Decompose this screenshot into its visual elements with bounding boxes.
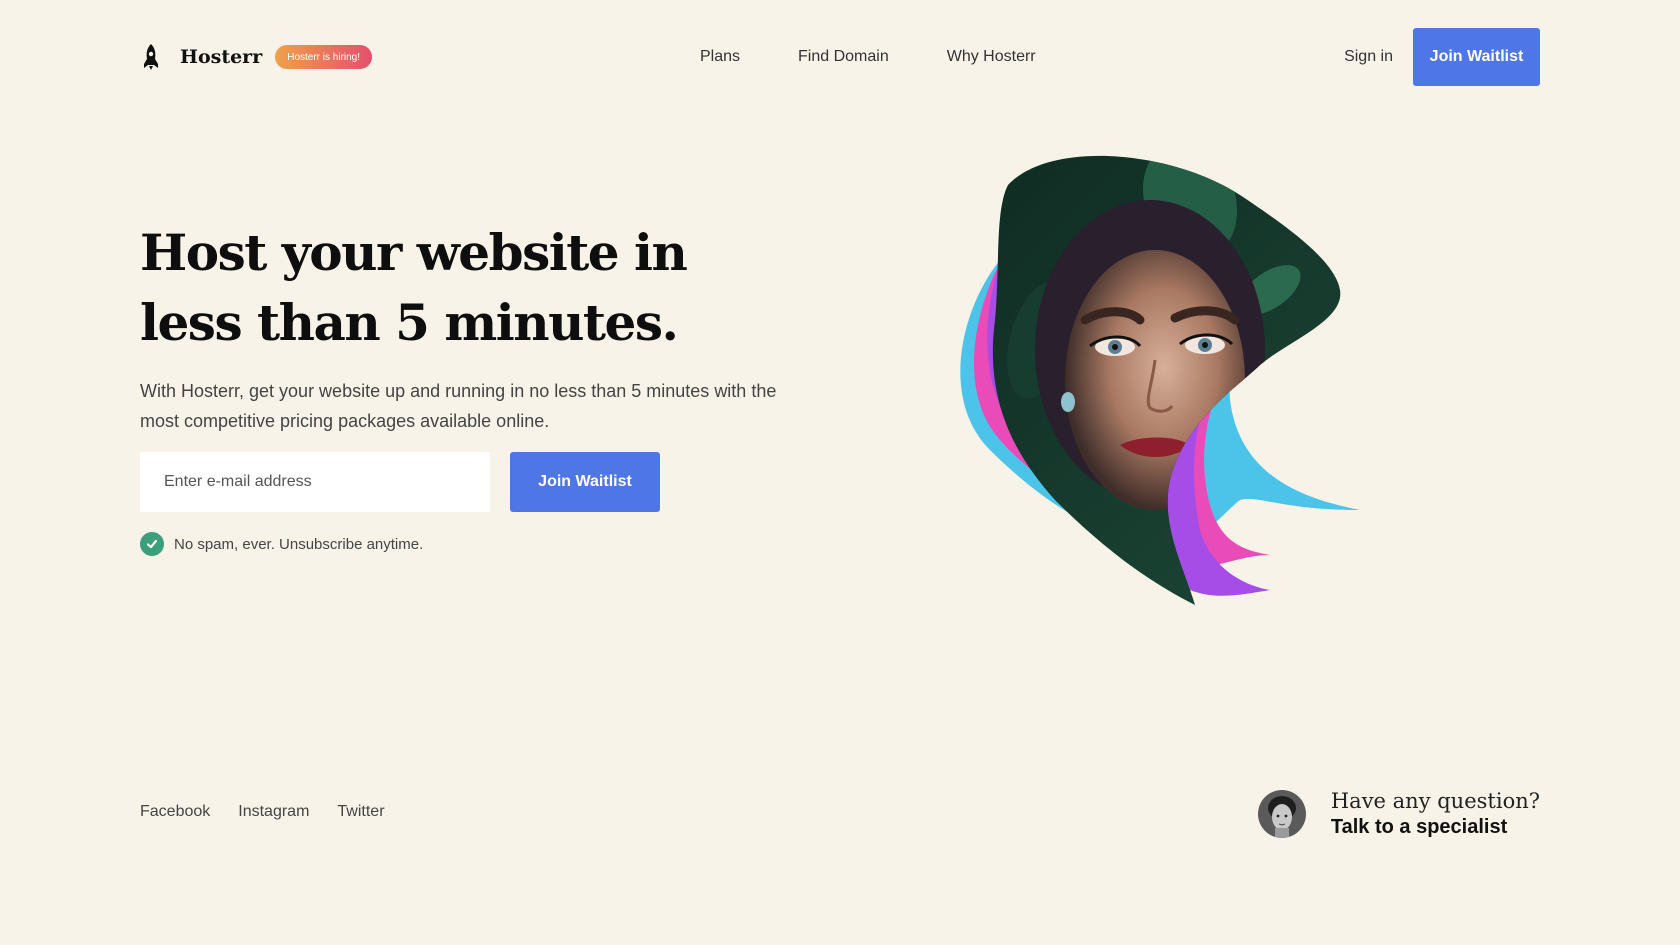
specialist-contact: Have any question? Talk to a specialist [1257, 788, 1540, 840]
waitlist-form: Join Waitlist [140, 452, 660, 512]
instagram-link[interactable]: Instagram [238, 803, 309, 821]
nav-why-hosterr[interactable]: Why Hosterr [947, 48, 1036, 66]
hero-illustration [960, 155, 1360, 605]
no-spam-note: No spam, ever. Unsubscribe anytime. [140, 532, 423, 556]
specialist-question: Have any question? [1330, 789, 1540, 813]
hero-subtext: With Hosterr, get your website up and ru… [140, 381, 777, 431]
no-spam-text: No spam, ever. Unsubscribe anytime. [174, 535, 424, 553]
twitter-link[interactable]: Twitter [337, 803, 384, 821]
main-nav: Plans Find Domain Why Hosterr [700, 28, 1036, 86]
specialist-text: Have any question? Talk to a specialist [1331, 788, 1540, 840]
site-header: Hosterr Hosterr is hiring! Plans Find Do… [140, 28, 1540, 86]
sign-in-link[interactable]: Sign in [1344, 48, 1393, 66]
talk-to-specialist-link[interactable]: Talk to a specialist [1331, 814, 1540, 840]
rocket-icon [144, 44, 158, 70]
check-circle-icon [140, 532, 164, 556]
portrait-photo [992, 155, 1341, 605]
brand[interactable]: Hosterr Hosterr is hiring! [140, 28, 373, 86]
nav-plans[interactable]: Plans [700, 48, 740, 66]
header-join-waitlist-button[interactable]: Join Waitlist [1413, 28, 1540, 86]
hero-headline: Host your website in less than 5 minutes… [140, 223, 688, 352]
social-links: Facebook Instagram Twitter [140, 803, 413, 821]
hero-join-waitlist-button[interactable]: Join Waitlist [510, 452, 660, 512]
header-actions: Sign in Join Waitlist [1344, 28, 1540, 86]
brand-name: Hosterr [180, 46, 263, 68]
email-input[interactable] [140, 452, 490, 512]
hiring-badge[interactable]: Hosterr is hiring! [275, 45, 373, 69]
specialist-avatar [1257, 790, 1306, 838]
facebook-link[interactable]: Facebook [140, 803, 210, 821]
nav-find-domain[interactable]: Find Domain [798, 48, 889, 66]
